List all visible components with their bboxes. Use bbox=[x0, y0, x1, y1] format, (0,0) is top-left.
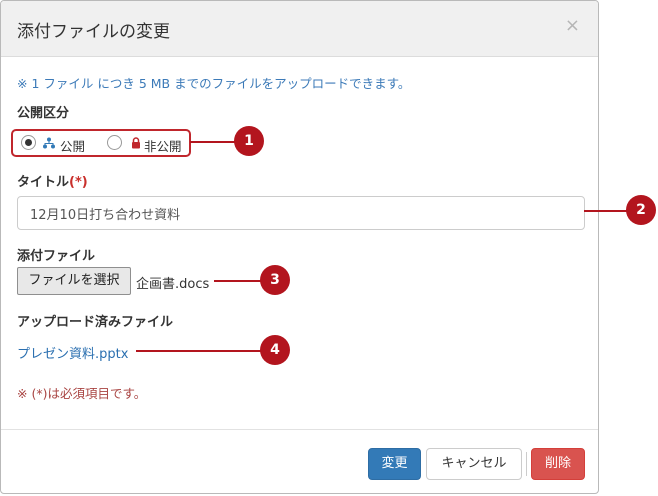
callout-2: 2 bbox=[626, 195, 656, 225]
change-button[interactable]: 変更 bbox=[368, 448, 421, 480]
uploaded-files-label: アップロード済みファイル bbox=[17, 315, 174, 330]
callout-1: 1 bbox=[234, 126, 264, 156]
callout-1-line bbox=[190, 141, 238, 143]
modal-header: 添付ファイルの変更 × bbox=[1, 1, 598, 57]
button-divider bbox=[526, 452, 527, 476]
cancel-button[interactable]: キャンセル bbox=[426, 448, 522, 480]
callout-3: 3 bbox=[260, 265, 290, 295]
title-input[interactable] bbox=[17, 196, 585, 230]
choose-file-button[interactable]: ファイルを選択 bbox=[17, 267, 131, 295]
required-note: ※ (*)は必須項目です。 bbox=[17, 386, 147, 401]
selected-file-name: 企画書.docs bbox=[136, 277, 210, 292]
visibility-label: 公開区分 bbox=[17, 106, 70, 121]
radio-private[interactable] bbox=[107, 135, 122, 150]
required-mark: (*) bbox=[69, 175, 88, 190]
uploaded-file-link[interactable]: プレゼン資料.pptx bbox=[17, 343, 128, 362]
attachment-label: 添付ファイル bbox=[17, 249, 96, 264]
title-label: タイトル(*) bbox=[17, 171, 88, 190]
callout-3-line bbox=[214, 280, 264, 282]
delete-button[interactable]: 削除 bbox=[531, 448, 585, 480]
callout-4-line bbox=[136, 350, 264, 352]
modal-title: 添付ファイルの変更 bbox=[17, 22, 170, 42]
visibility-radio-group: 公開 非公開 bbox=[11, 129, 191, 157]
lock-icon bbox=[131, 137, 141, 152]
change-attachment-dialog: 添付ファイルの変更 × ※ 1 ファイル につき 5 MB までのファイルをアッ… bbox=[0, 0, 599, 494]
title-label-text: タイトル bbox=[17, 175, 70, 190]
radio-public-label[interactable]: 公開 bbox=[60, 136, 85, 155]
modal-footer-divider bbox=[1, 429, 598, 430]
callout-2-line bbox=[584, 210, 630, 212]
callout-4: 4 bbox=[260, 335, 290, 365]
sitemap-icon bbox=[43, 137, 55, 152]
radio-public[interactable] bbox=[21, 135, 36, 150]
close-icon[interactable]: × bbox=[565, 15, 580, 36]
upload-size-notice: ※ 1 ファイル につき 5 MB までのファイルをアップロードできます。 bbox=[17, 76, 411, 91]
radio-private-label[interactable]: 非公開 bbox=[144, 136, 182, 155]
